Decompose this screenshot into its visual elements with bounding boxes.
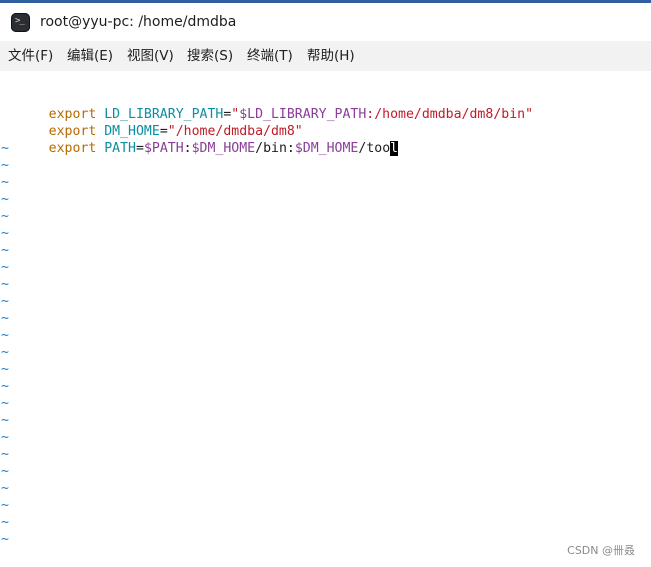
empty-line-tilde: ~ bbox=[1, 277, 9, 292]
vim-editor-area[interactable]: export LD_LIBRARY_PATH="$LD_LIBRARY_PATH… bbox=[0, 71, 651, 567]
empty-line-tilde: ~ bbox=[1, 396, 9, 411]
window-title: root@yyu-pc: /home/dmdba bbox=[40, 14, 237, 30]
empty-line-tilde: ~ bbox=[1, 430, 9, 445]
code-line-3: export PATH=$PATH:$DM_HOME/bin:$DM_HOME/… bbox=[1, 123, 399, 156]
string-literal: :/home/dmdba/dm8/bin" bbox=[366, 107, 534, 122]
empty-line-tilde: ~ bbox=[1, 328, 9, 343]
empty-line-tilde: ~ bbox=[1, 532, 9, 547]
empty-line-tilde: ~ bbox=[1, 175, 9, 190]
empty-line-tilde: ~ bbox=[1, 141, 9, 156]
empty-line-tilde: ~ bbox=[1, 498, 9, 513]
empty-line-tilde: ~ bbox=[1, 362, 9, 377]
menu-help[interactable]: 帮助(H) bbox=[307, 47, 355, 65]
path-segment: /too bbox=[358, 141, 391, 156]
code-line-2: export DM_HOME="/home/dmdba/dm8" bbox=[1, 106, 303, 139]
variable-reference: $DM_HOME bbox=[294, 141, 359, 156]
empty-line-tilde: ~ bbox=[1, 243, 9, 258]
code-line-1: export LD_LIBRARY_PATH="$LD_LIBRARY_PATH… bbox=[1, 89, 533, 122]
empty-line-tilde: ~ bbox=[1, 311, 9, 326]
watermark: CSDN @卌叒 bbox=[567, 544, 635, 557]
empty-line-tilde: ~ bbox=[1, 379, 9, 394]
menu-terminal[interactable]: 终端(T) bbox=[247, 47, 293, 65]
empty-line-tilde: ~ bbox=[1, 447, 9, 462]
empty-line-tilde: ~ bbox=[1, 260, 9, 275]
path-separator: : bbox=[183, 141, 192, 156]
menu-edit[interactable]: 编辑(E) bbox=[67, 47, 113, 65]
terminal-prompt-glyph: >_ bbox=[15, 16, 25, 26]
empty-line-tilde: ~ bbox=[1, 209, 9, 224]
terminal-window: >_ root@yyu-pc: /home/dmdba 文件(F) 编辑(E) … bbox=[0, 0, 651, 567]
empty-line-tilde: ~ bbox=[1, 294, 9, 309]
empty-line-tilde: ~ bbox=[1, 345, 9, 360]
menu-view[interactable]: 视图(V) bbox=[127, 47, 174, 65]
text-cursor: l bbox=[390, 141, 399, 156]
title-bar[interactable]: >_ root@yyu-pc: /home/dmdba bbox=[0, 3, 651, 41]
variable-reference: $PATH bbox=[143, 141, 184, 156]
variable-name: PATH bbox=[104, 141, 136, 156]
menu-search[interactable]: 搜索(S) bbox=[187, 47, 233, 65]
assign-operator: = bbox=[136, 141, 144, 156]
path-segment: /bin: bbox=[255, 141, 295, 156]
menu-file[interactable]: 文件(F) bbox=[8, 47, 53, 65]
empty-line-tilde: ~ bbox=[1, 464, 9, 479]
empty-line-tilde: ~ bbox=[1, 413, 9, 428]
empty-line-tilde: ~ bbox=[1, 158, 9, 173]
terminal-icon: >_ bbox=[11, 13, 30, 32]
empty-line-tilde: ~ bbox=[1, 481, 9, 496]
empty-line-tilde: ~ bbox=[1, 192, 9, 207]
menu-bar: 文件(F) 编辑(E) 视图(V) 搜索(S) 终端(T) 帮助(H) bbox=[0, 41, 651, 71]
empty-line-tilde: ~ bbox=[1, 515, 9, 530]
empty-line-tilde: ~ bbox=[1, 226, 9, 241]
keyword-export: export bbox=[48, 141, 97, 156]
variable-reference: $DM_HOME bbox=[191, 141, 256, 156]
